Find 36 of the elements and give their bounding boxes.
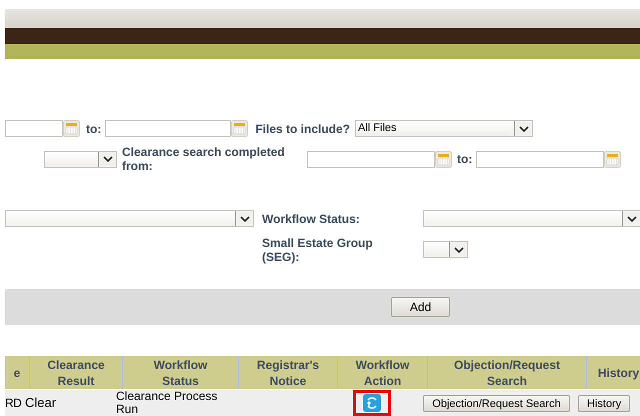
date-field[interactable] [307, 150, 435, 168]
field-label: Small Estate Group (SEG): [262, 236, 374, 264]
field-label: to: [86, 122, 102, 136]
date-field[interactable] [5, 120, 63, 138]
dropdown[interactable]: All Files [355, 120, 534, 138]
refresh-icon [363, 394, 381, 412]
objection-search-button[interactable]: Objection/Request Search [423, 394, 570, 412]
table-cell-text: Clear [24, 394, 58, 412]
dropdown[interactable] [423, 241, 468, 258]
date-field[interactable] [476, 150, 604, 168]
column-header: Registrar's Notice [239, 356, 338, 389]
calendar-icon[interactable] [63, 120, 80, 138]
chevron-down-icon [518, 126, 529, 132]
field-label: Workflow Status: [262, 212, 361, 226]
chevron-down-icon [240, 216, 250, 222]
chevron-down-icon [454, 246, 464, 253]
field-label: Files to include? [255, 122, 350, 136]
history-button[interactable]: History [578, 395, 630, 412]
calendar-icon[interactable] [604, 150, 622, 168]
field-label: Clearance search completed from: [122, 145, 286, 174]
table-cell-text: RD [5, 396, 22, 410]
column-header: Workflow Status [123, 356, 239, 389]
table-cell-text: Clearance Process Run [115, 390, 218, 416]
calendar-icon[interactable] [231, 120, 248, 138]
column-header: Objection/Request Search [428, 356, 587, 389]
column-header: Clearance Result [30, 356, 123, 389]
chevron-down-icon [626, 216, 636, 222]
calendar-icon[interactable] [435, 150, 452, 168]
workflow-action-button[interactable] [353, 390, 391, 416]
date-field[interactable] [105, 120, 232, 138]
add-button[interactable]: Add [391, 296, 450, 317]
column-header: e [5, 356, 30, 389]
column-header: Workflow Action [338, 356, 428, 389]
column-header: History [587, 356, 640, 389]
field-label: to: [457, 152, 472, 166]
chevron-down-icon [102, 156, 112, 162]
